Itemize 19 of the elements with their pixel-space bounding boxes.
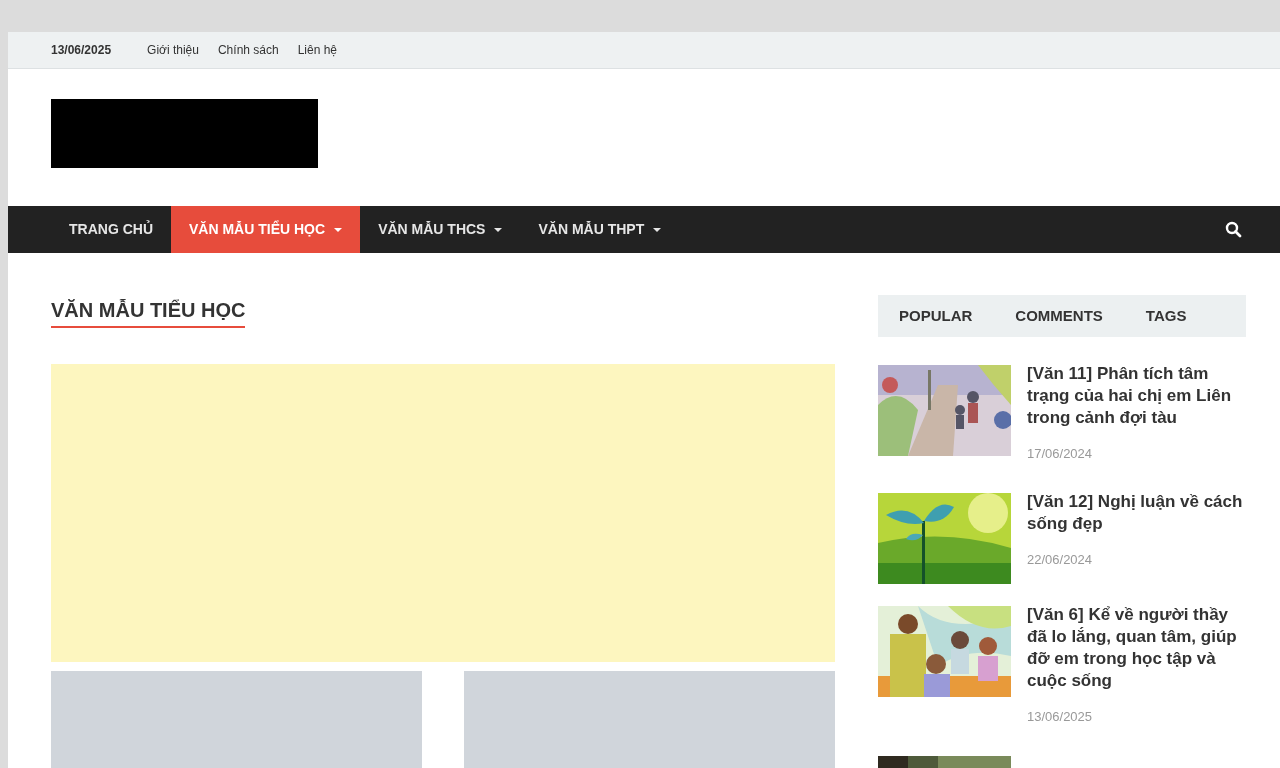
nav-item[interactable]: TRANG CHỦ (51, 206, 171, 253)
top-link[interactable]: Chính sách (217, 41, 279, 59)
post-title[interactable]: [Văn 6] Kể về người thầy đã lo lắng, quan tâm, giúp đỡ em trong học tập và cuộc sống (1027, 603, 1246, 692)
post-date: 22/06/2024 (1027, 550, 1094, 569)
top-date: 13/06/2025 (51, 42, 112, 59)
sidebar-tab[interactable]: TAGS (1145, 304, 1187, 328)
nav-item[interactable]: VĂN MẪU THPT (520, 206, 680, 253)
post-title[interactable]: [Văn 12] Nghị luận về cách sống đẹp (1027, 490, 1246, 535)
top-link[interactable]: Giới thiệu (147, 41, 199, 59)
post-date: 13/06/2025 (1027, 707, 1094, 726)
top-link[interactable]: Liên hệ (297, 41, 338, 59)
sidebar-tab[interactable]: COMMENTS (1015, 304, 1103, 328)
post-title[interactable]: [Văn 11] Phân tích tâm trạng của hai chị em Liên trong cảnh đợi tàu (1027, 363, 1246, 429)
section-title: VĂN MẪU TIỂU HỌC (51, 295, 246, 328)
search-icon[interactable] (1225, 221, 1242, 238)
nav-item[interactable]: VĂN MẪU THCS (360, 206, 521, 253)
post-date: 17/06/2024 (1027, 445, 1094, 463)
nav-item[interactable]: VĂN MẪU TIỂU HỌC (171, 206, 361, 253)
sidebar-tab[interactable]: POPULAR (899, 304, 973, 328)
